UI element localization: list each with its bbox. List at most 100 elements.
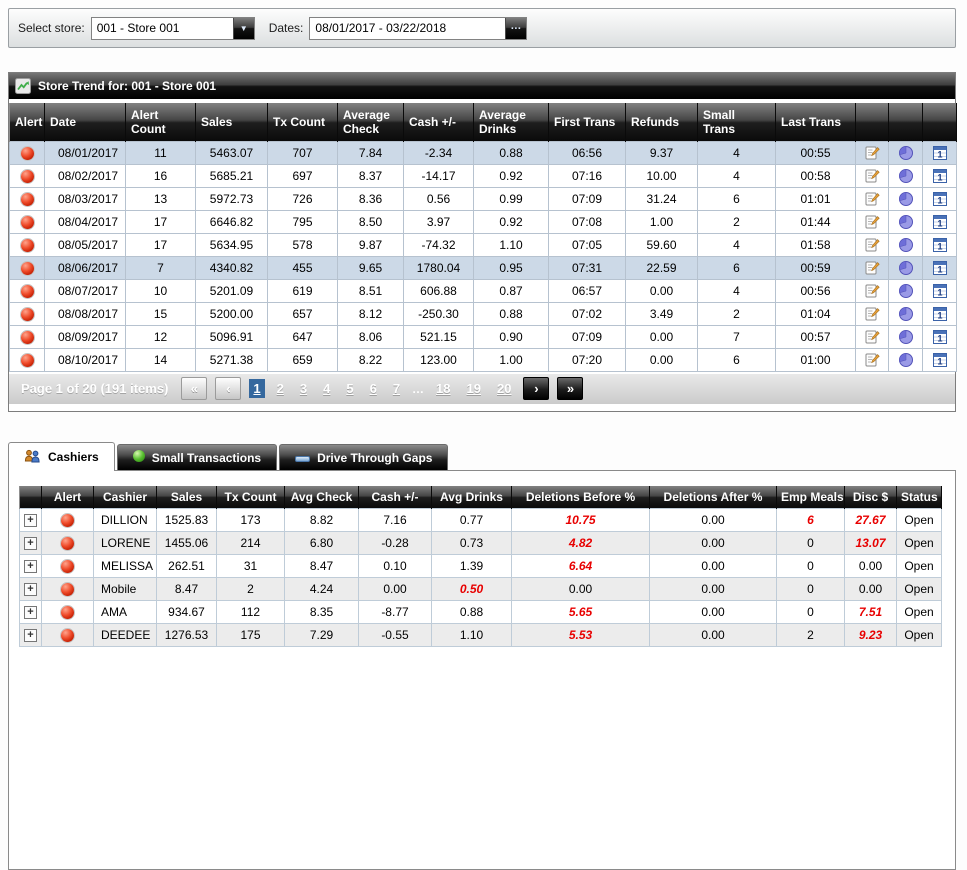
trend-col-last_trans[interactable]: Last Trans bbox=[776, 103, 856, 141]
cashiers-col-cashier[interactable]: Cashier bbox=[94, 486, 157, 508]
grid-icon[interactable]: 1 bbox=[932, 145, 948, 161]
edit-icon[interactable] bbox=[864, 283, 880, 299]
cashier-row[interactable]: +DILLION1525.831738.827.160.7710.750.006… bbox=[20, 508, 942, 531]
page-link-20[interactable]: 20 bbox=[493, 379, 515, 398]
cashiers-col-status[interactable]: Status bbox=[897, 486, 942, 508]
edit-icon[interactable] bbox=[864, 306, 880, 322]
edit-icon[interactable] bbox=[864, 329, 880, 345]
grid-icon[interactable]: 1 bbox=[932, 329, 948, 345]
pie-icon[interactable] bbox=[898, 306, 914, 322]
trend-row[interactable]: 08/09/2017125096.916478.06521.150.9007:0… bbox=[10, 325, 957, 348]
cashier-row[interactable]: +MELISSA262.51318.470.101.396.640.0000.0… bbox=[20, 554, 942, 577]
trend-row[interactable]: 08/01/2017115463.077077.84-2.340.8806:56… bbox=[10, 141, 957, 164]
page-link-7[interactable]: 7 bbox=[389, 379, 404, 398]
grid-icon[interactable]: 1 bbox=[932, 214, 948, 230]
cashiers-col-tx_count[interactable]: Tx Count bbox=[217, 486, 285, 508]
dates-field-value[interactable] bbox=[310, 18, 505, 39]
trend-row[interactable]: 08/06/201774340.824559.651780.040.9507:3… bbox=[10, 256, 957, 279]
pie-icon[interactable] bbox=[898, 352, 914, 368]
edit-icon[interactable] bbox=[864, 214, 880, 230]
trend-col-refunds[interactable]: Refunds bbox=[626, 103, 698, 141]
ellipsis-icon[interactable]: … bbox=[505, 18, 526, 39]
cashiers-col-del_after[interactable]: Deletions After % bbox=[650, 486, 777, 508]
last-page-button[interactable]: » bbox=[557, 377, 583, 400]
trend-col-tx_count[interactable]: Tx Count bbox=[268, 103, 338, 141]
trend-col-alert_count[interactable]: Alert Count bbox=[126, 103, 196, 141]
pie-icon[interactable] bbox=[898, 191, 914, 207]
page-link-19[interactable]: 19 bbox=[463, 379, 485, 398]
grid-icon[interactable]: 1 bbox=[932, 168, 948, 184]
cashiers-col-disc[interactable]: Disc $ bbox=[845, 486, 897, 508]
tab-cashiers[interactable]: Cashiers bbox=[8, 442, 115, 471]
first-page-button[interactable]: « bbox=[181, 377, 207, 400]
trend-row[interactable]: 08/03/2017135972.737268.360.560.9907:093… bbox=[10, 187, 957, 210]
trend-col-cash[interactable]: Cash +/- bbox=[404, 103, 474, 141]
pie-icon[interactable] bbox=[898, 237, 914, 253]
cashier-row[interactable]: +Mobile8.4724.240.000.500.000.0000.00Ope… bbox=[20, 577, 942, 600]
page-link-4[interactable]: 4 bbox=[319, 379, 334, 398]
trend-row[interactable]: 08/02/2017165685.216978.37-14.170.9207:1… bbox=[10, 164, 957, 187]
cashier-row[interactable]: +LORENE1455.062146.80-0.280.734.820.0001… bbox=[20, 531, 942, 554]
expand-icon[interactable]: + bbox=[24, 606, 37, 619]
edit-icon[interactable] bbox=[864, 168, 880, 184]
expand-icon[interactable]: + bbox=[24, 537, 37, 550]
trend-col-sales[interactable]: Sales bbox=[196, 103, 268, 141]
grid-icon[interactable]: 1 bbox=[932, 260, 948, 276]
cashiers-col-avg_drinks[interactable]: Avg Drinks bbox=[432, 486, 512, 508]
trend-col-date[interactable]: Date bbox=[45, 103, 126, 141]
pie-icon[interactable] bbox=[898, 145, 914, 161]
trend-row[interactable]: 08/07/2017105201.096198.51606.880.8706:5… bbox=[10, 279, 957, 302]
dates-field[interactable]: … bbox=[309, 17, 527, 40]
cashiers-col-alert[interactable]: Alert bbox=[42, 486, 94, 508]
edit-icon[interactable] bbox=[864, 352, 880, 368]
cashier-row[interactable]: +AMA934.671128.35-8.770.885.650.0007.51O… bbox=[20, 600, 942, 623]
trend-row[interactable]: 08/08/2017155200.006578.12-250.300.8807:… bbox=[10, 302, 957, 325]
cashiers-col-avg_check[interactable]: Avg Check bbox=[285, 486, 359, 508]
store-select-value[interactable] bbox=[92, 18, 233, 39]
prev-page-button[interactable]: ‹ bbox=[215, 377, 241, 400]
cashiers-col-emp_meals[interactable]: Emp Meals bbox=[777, 486, 845, 508]
trend-row[interactable]: 08/10/2017145271.386598.22123.001.0007:2… bbox=[10, 348, 957, 371]
edit-icon[interactable] bbox=[864, 260, 880, 276]
page-link-6[interactable]: 6 bbox=[366, 379, 381, 398]
trend-col-small_trans[interactable]: Small Trans bbox=[698, 103, 776, 141]
trend-row[interactable]: 08/05/2017175634.955789.87-74.321.1007:0… bbox=[10, 233, 957, 256]
expand-icon[interactable]: + bbox=[24, 629, 37, 642]
trend-row[interactable]: 08/04/2017176646.827958.503.970.9207:081… bbox=[10, 210, 957, 233]
expand-icon[interactable]: + bbox=[24, 583, 37, 596]
next-page-button[interactable]: › bbox=[523, 377, 549, 400]
chevron-down-icon[interactable]: ▼ bbox=[233, 18, 254, 39]
page-link-2[interactable]: 2 bbox=[273, 379, 288, 398]
page-link-18[interactable]: 18 bbox=[432, 379, 454, 398]
trend-col-avg_drinks[interactable]: Average Drinks bbox=[474, 103, 549, 141]
expand-icon[interactable]: + bbox=[24, 560, 37, 573]
pie-icon[interactable] bbox=[898, 329, 914, 345]
trend-col-avg_check[interactable]: Average Check bbox=[338, 103, 404, 141]
page-link-3[interactable]: 3 bbox=[296, 379, 311, 398]
page-link-1[interactable]: 1 bbox=[249, 379, 264, 398]
grid-icon[interactable]: 1 bbox=[932, 237, 948, 253]
pie-icon[interactable] bbox=[898, 260, 914, 276]
edit-icon[interactable] bbox=[864, 145, 880, 161]
edit-icon[interactable] bbox=[864, 191, 880, 207]
trend-col-alert[interactable]: Alert bbox=[10, 103, 45, 141]
cashier-row[interactable]: +DEEDEE1276.531757.29-0.551.105.530.0029… bbox=[20, 623, 942, 646]
cashier-cell-alert bbox=[42, 623, 94, 646]
grid-icon[interactable]: 1 bbox=[932, 191, 948, 207]
grid-icon[interactable]: 1 bbox=[932, 352, 948, 368]
pie-icon[interactable] bbox=[898, 283, 914, 299]
cashiers-col-sales[interactable]: Sales bbox=[157, 486, 217, 508]
tab-drive-through-gaps[interactable]: Drive Through Gaps bbox=[279, 444, 448, 470]
cashiers-col-del_before[interactable]: Deletions Before % bbox=[512, 486, 650, 508]
expand-icon[interactable]: + bbox=[24, 514, 37, 527]
store-select[interactable]: ▼ bbox=[91, 17, 255, 40]
grid-icon[interactable]: 1 bbox=[932, 283, 948, 299]
pie-icon[interactable] bbox=[898, 214, 914, 230]
tab-small-transactions[interactable]: Small Transactions bbox=[117, 444, 277, 470]
edit-icon[interactable] bbox=[864, 237, 880, 253]
trend-col-first_trans[interactable]: First Trans bbox=[549, 103, 626, 141]
page-link-5[interactable]: 5 bbox=[342, 379, 357, 398]
pie-icon[interactable] bbox=[898, 168, 914, 184]
grid-icon[interactable]: 1 bbox=[932, 306, 948, 322]
cashiers-col-cash[interactable]: Cash +/- bbox=[359, 486, 432, 508]
